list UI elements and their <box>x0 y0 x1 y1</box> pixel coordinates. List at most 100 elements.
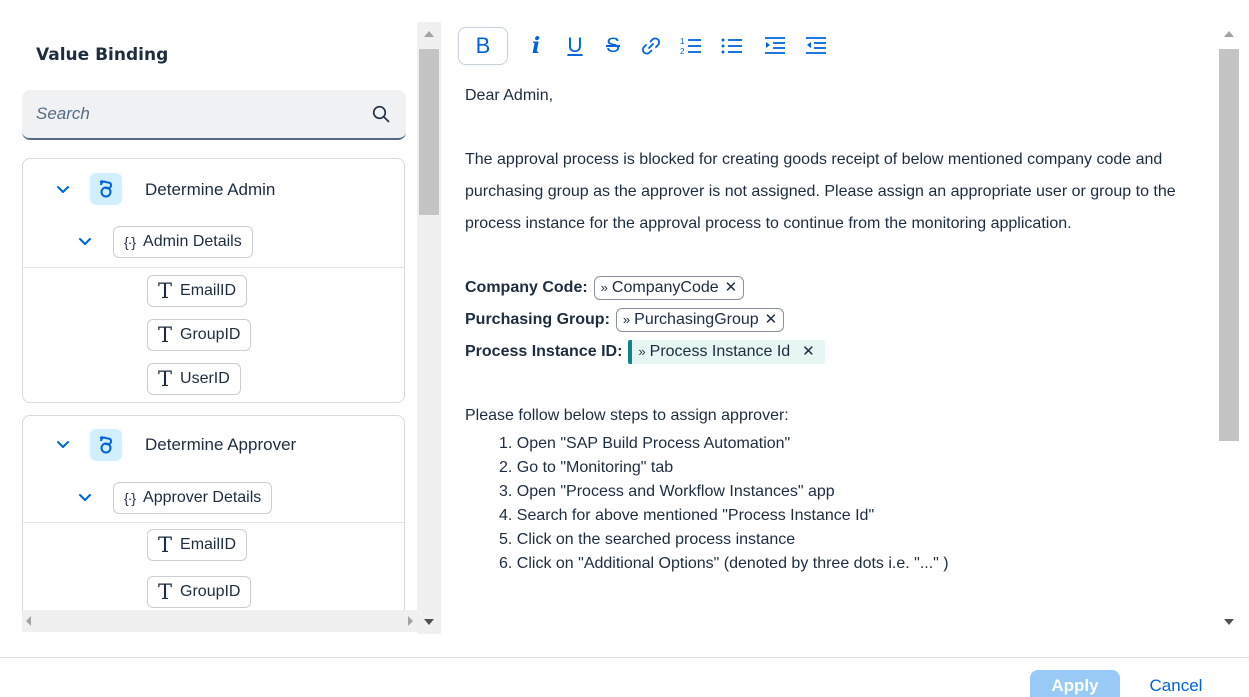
text-type-icon: T <box>158 366 173 391</box>
italic-icon: i <box>531 33 541 59</box>
bulleted-list-button[interactable] <box>715 27 749 65</box>
editor-vertical-scrollbar[interactable] <box>1217 22 1241 634</box>
object-icon: {·} <box>124 490 136 506</box>
field-chip-userid[interactable]: T UserID <box>147 363 241 395</box>
bulleted-list-icon <box>721 38 742 54</box>
object-chip-approver-details[interactable]: {·} Approver Details <box>113 482 273 514</box>
process-step-icon <box>90 173 122 205</box>
field-label: Company Code: <box>465 279 588 296</box>
step-label-determine-approver[interactable]: Determine Approver <box>145 435 296 455</box>
list-item: 6. Click on "Additional Options" (denote… <box>499 555 949 572</box>
divider <box>23 267 404 268</box>
scroll-thumb[interactable] <box>1219 49 1239 441</box>
list-item: 3. Open "Process and Workflow Instances"… <box>499 483 835 500</box>
rich-text-editor[interactable]: B i U S 12 Dear Admin, The approval proc… <box>441 22 1217 634</box>
token-label: PurchasingGroup <box>634 311 759 328</box>
binding-token[interactable]: » CompanyCode ✕ <box>593 276 745 300</box>
strikethrough-icon: S <box>605 34 620 57</box>
bold-button[interactable]: B <box>458 27 508 65</box>
step-label-determine-admin[interactable]: Determine Admin <box>145 180 275 200</box>
field-chip-groupid[interactable]: T GroupID <box>147 319 252 351</box>
object-label: Approver Details <box>143 489 262 506</box>
search-field[interactable] <box>22 90 406 140</box>
scroll-up-arrow-icon[interactable] <box>424 31 434 37</box>
text-type-icon: T <box>158 532 173 557</box>
tree-group-determine-approver: Determine Approver {·} Approver Details … <box>22 415 405 610</box>
footer-divider <box>0 657 1249 658</box>
svg-text:1: 1 <box>680 37 685 46</box>
binding-token[interactable]: » PurchasingGroup ✕ <box>615 308 785 332</box>
underline-button[interactable]: U <box>558 27 592 65</box>
chevron-down-icon[interactable] <box>78 237 92 247</box>
field-label: EmailID <box>180 536 237 553</box>
outdent-button[interactable] <box>799 27 833 65</box>
link-button[interactable] <box>634 27 668 65</box>
field-chip-emailid[interactable]: T EmailID <box>147 529 248 561</box>
binding-arrow-icon: » <box>600 280 608 295</box>
field-row-process-instance-id: Process Instance ID: » Process Instance … <box>465 336 1205 368</box>
text-type-icon: T <box>158 278 173 303</box>
object-chip-admin-details[interactable]: {·} Admin Details <box>113 226 253 258</box>
formatting-toolbar: B i U S 12 <box>441 22 1217 72</box>
object-icon: {·} <box>124 234 136 250</box>
field-chip-groupid[interactable]: T GroupID <box>147 576 252 608</box>
token-label: Process Instance Id <box>649 343 791 360</box>
steps-title: Please follow below steps to assign appr… <box>465 407 789 424</box>
editor-content[interactable]: Dear Admin, The approval process is bloc… <box>465 80 1205 576</box>
object-label: Admin Details <box>143 233 242 250</box>
field-label: EmailID <box>180 282 237 299</box>
process-step-icon <box>90 429 122 461</box>
svg-text:2: 2 <box>680 47 685 56</box>
body-paragraph: The approval process is blocked for crea… <box>465 151 1176 232</box>
left-vertical-scrollbar[interactable] <box>417 22 441 634</box>
indent-button[interactable] <box>758 27 792 65</box>
scroll-down-arrow-icon[interactable] <box>1224 619 1234 625</box>
link-icon <box>641 37 661 55</box>
numbered-list-button[interactable]: 12 <box>674 27 708 65</box>
field-chip-emailid[interactable]: T EmailID <box>147 275 248 307</box>
search-input[interactable] <box>22 90 362 138</box>
field-row-purchasing-group: Purchasing Group: » PurchasingGroup ✕ <box>465 304 1205 336</box>
field-row-company-code: Company Code: » CompanyCode ✕ <box>465 272 1205 304</box>
scroll-down-arrow-icon[interactable] <box>424 619 434 625</box>
scroll-thumb[interactable] <box>419 49 439 215</box>
binding-token-selected[interactable]: » Process Instance Id ✕ <box>628 340 825 364</box>
cancel-button[interactable]: Cancel <box>1136 670 1216 697</box>
remove-token-icon[interactable]: ✕ <box>725 272 738 304</box>
outdent-icon <box>806 37 826 54</box>
scroll-left-arrow-icon[interactable] <box>26 616 31 626</box>
remove-token-icon[interactable]: ✕ <box>765 304 778 336</box>
underline-icon: U <box>567 34 583 57</box>
token-label: CompanyCode <box>611 279 719 296</box>
indent-icon <box>765 37 785 54</box>
list-item: 2. Go to "Monitoring" tab <box>499 459 674 476</box>
list-item: 4. Search for above mentioned "Process I… <box>499 507 875 524</box>
binding-arrow-icon: » <box>638 344 646 359</box>
field-label: Process Instance ID: <box>465 343 623 360</box>
scroll-up-arrow-icon[interactable] <box>1224 31 1234 37</box>
text-type-icon: T <box>158 579 173 604</box>
steps-list: 1. Open "SAP Build Process Automation" 2… <box>465 432 1205 576</box>
remove-token-icon[interactable]: ✕ <box>802 336 815 368</box>
italic-button[interactable]: i <box>519 27 553 65</box>
field-label: UserID <box>180 370 230 387</box>
divider <box>23 522 404 523</box>
panel-title: Value Binding <box>36 45 169 65</box>
value-binding-panel: Value Binding Determine Admin {·} Admin … <box>0 0 417 640</box>
greeting-text: Dear Admin, <box>465 87 554 104</box>
list-item: 5. Click on the searched process instanc… <box>499 531 796 548</box>
numbered-list-icon: 12 <box>680 37 701 56</box>
search-icon[interactable] <box>372 105 390 123</box>
tree-group-determine-admin: Determine Admin {·} Admin Details T Emai… <box>22 158 405 403</box>
scroll-right-arrow-icon[interactable] <box>408 616 413 626</box>
chevron-down-icon[interactable] <box>56 440 70 450</box>
horizontal-scrollbar[interactable] <box>22 610 417 632</box>
apply-button[interactable]: Apply <box>1030 670 1120 697</box>
chevron-down-icon[interactable] <box>78 493 92 503</box>
bold-icon: B <box>475 33 491 58</box>
list-item: 1. Open "SAP Build Process Automation" <box>499 435 791 452</box>
text-type-icon: T <box>158 322 173 347</box>
field-label: GroupID <box>180 583 241 600</box>
chevron-down-icon[interactable] <box>56 185 70 195</box>
strikethrough-button[interactable]: S <box>596 27 630 65</box>
